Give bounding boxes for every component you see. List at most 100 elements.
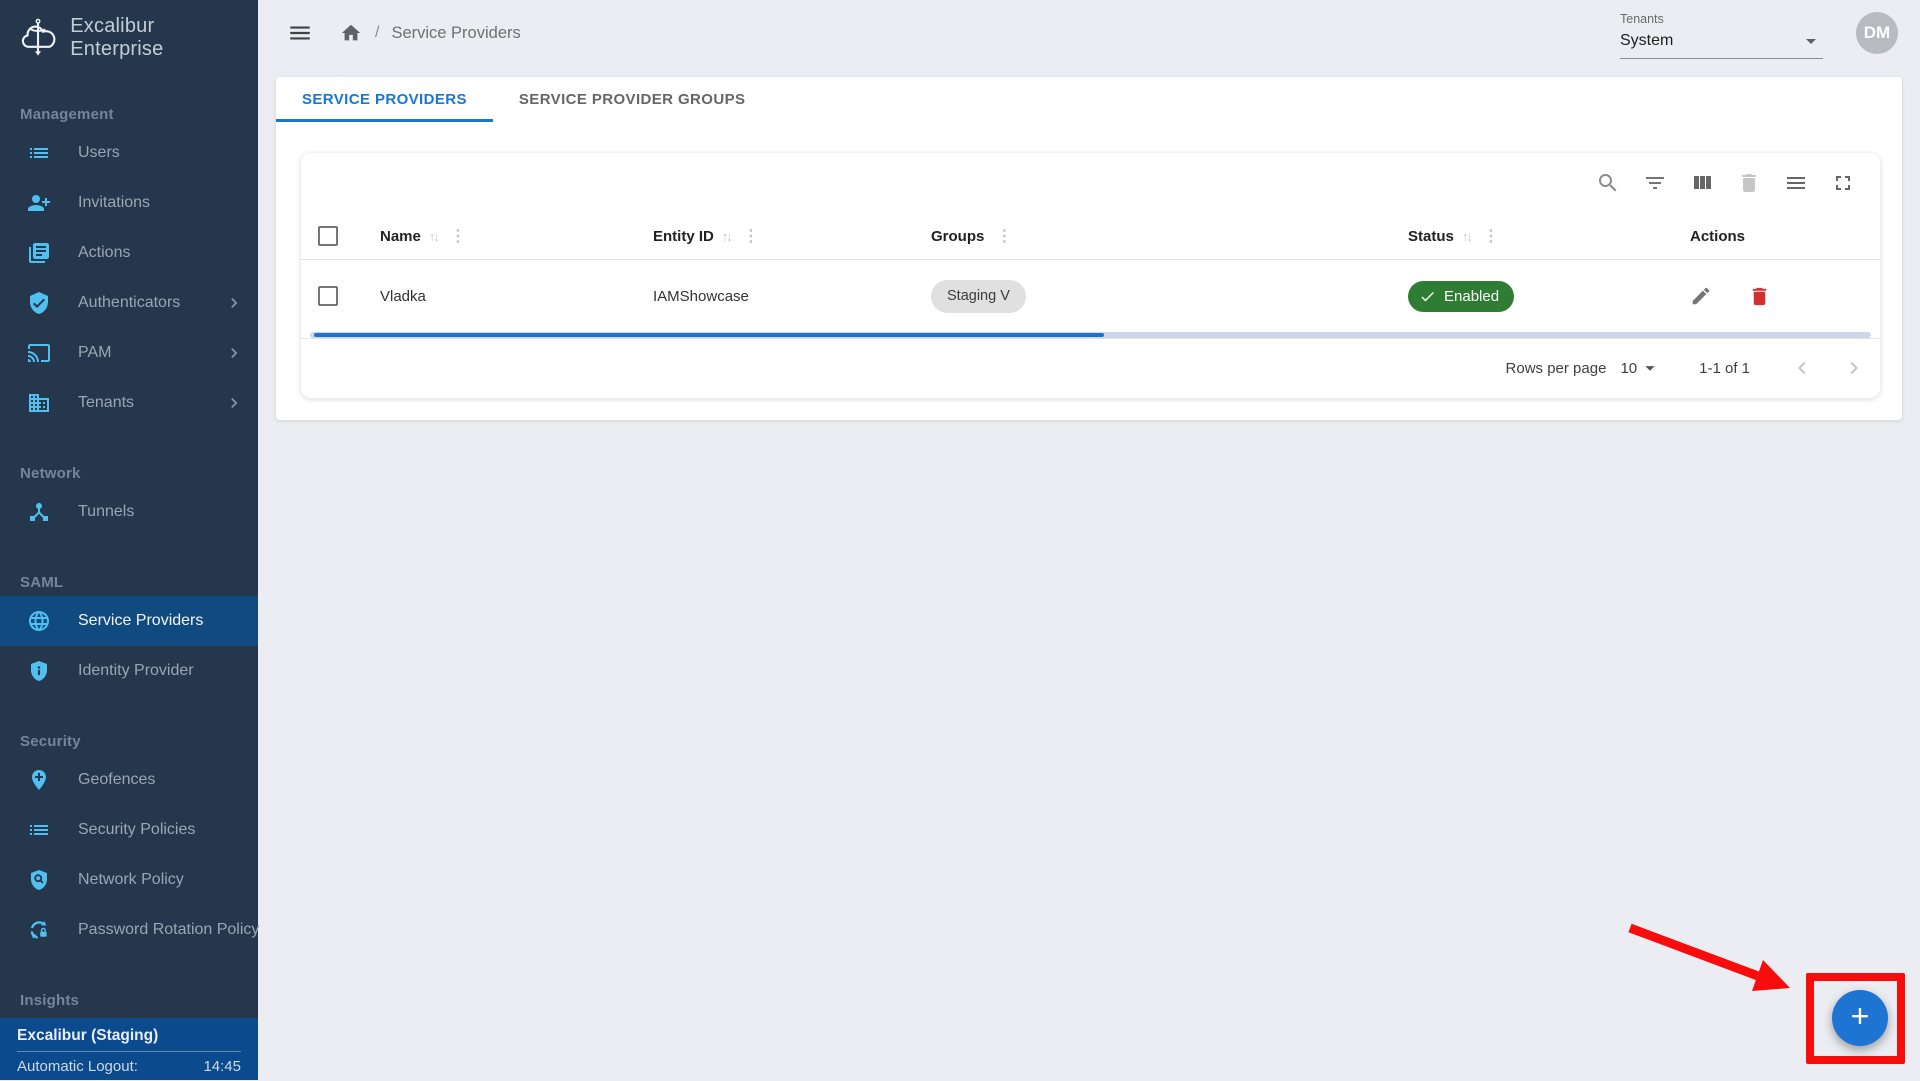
tenant-select[interactable]: Tenants System bbox=[1620, 12, 1823, 59]
horizontal-scrollbar[interactable] bbox=[310, 332, 1871, 338]
hamburger-menu-icon[interactable] bbox=[287, 20, 313, 46]
sidebar-item-tunnels[interactable]: Tunnels bbox=[0, 487, 258, 537]
column-menu-icon[interactable]: ⋮ bbox=[996, 226, 1012, 246]
auto-logout-label: Automatic Logout: bbox=[17, 1058, 138, 1075]
sidebar-item-tenants[interactable]: Tenants bbox=[0, 378, 258, 428]
sidebar-item-label: Network Policy bbox=[78, 871, 184, 889]
columns-icon[interactable] bbox=[1690, 171, 1714, 195]
sort-icon[interactable]: ↑↓ bbox=[722, 229, 731, 244]
sidebar-item-label: Tenants bbox=[78, 394, 134, 412]
sidebar-item-label: Service Providers bbox=[78, 612, 203, 630]
filter-icon[interactable] bbox=[1643, 171, 1667, 195]
scrollbar-thumb[interactable] bbox=[314, 333, 1104, 337]
edit-row-button[interactable] bbox=[1690, 285, 1712, 307]
column-menu-icon[interactable]: ⋮ bbox=[450, 226, 466, 246]
previous-page-button[interactable] bbox=[1790, 356, 1814, 380]
sidebar-item-invitations[interactable]: Invitations bbox=[0, 178, 258, 228]
fullscreen-icon[interactable] bbox=[1831, 171, 1855, 195]
chevron-right-icon bbox=[224, 343, 244, 363]
column-header-name: Name bbox=[380, 228, 421, 245]
list-icon bbox=[27, 818, 51, 842]
chevron-right-icon bbox=[224, 293, 244, 313]
delete-row-button[interactable] bbox=[1748, 285, 1771, 308]
column-menu-icon[interactable]: ⋮ bbox=[1483, 226, 1499, 246]
sidebar-item-label: Geofences bbox=[78, 771, 155, 789]
location-pin-plus-icon bbox=[27, 768, 51, 792]
search-icon[interactable] bbox=[1596, 171, 1620, 195]
table-pagination: Rows per page 10 1-1 of 1 bbox=[301, 338, 1880, 397]
breadcrumb-current: Service Providers bbox=[391, 24, 520, 43]
add-service-provider-fab[interactable]: + bbox=[1832, 990, 1888, 1046]
check-icon bbox=[1419, 288, 1436, 305]
column-menu-icon[interactable]: ⋮ bbox=[743, 226, 759, 246]
next-page-button[interactable] bbox=[1842, 356, 1866, 380]
select-all-checkbox[interactable] bbox=[318, 226, 338, 246]
status-badge: Enabled bbox=[1408, 281, 1514, 312]
caret-down-icon bbox=[1799, 29, 1823, 53]
sidebar-item-geofences[interactable]: Geofences bbox=[0, 755, 258, 805]
sidebar-item-label: Password Rotation Policy bbox=[78, 921, 259, 939]
sidebar-item-identity-provider[interactable]: Identity Provider bbox=[0, 646, 258, 696]
app-title: Excalibur Enterprise bbox=[70, 15, 246, 61]
table-header-row: Name ↑↓ ⋮ Entity ID ↑↓ ⋮ Groups ⋮ Status… bbox=[301, 213, 1880, 260]
rows-per-page-label: Rows per page bbox=[1506, 360, 1607, 377]
pagination-range: 1-1 of 1 bbox=[1699, 360, 1750, 377]
app-logo-row: Excalibur Enterprise bbox=[0, 0, 258, 76]
column-header-entity-id: Entity ID bbox=[653, 228, 714, 245]
sidebar-item-network-policy[interactable]: Network Policy bbox=[0, 855, 258, 905]
column-header-status: Status bbox=[1408, 228, 1454, 245]
sidebar-item-users[interactable]: Users bbox=[0, 128, 258, 178]
delete-icon[interactable] bbox=[1737, 171, 1761, 195]
column-header-actions: Actions bbox=[1690, 228, 1745, 245]
tab-service-provider-groups[interactable]: SERVICE PROVIDER GROUPS bbox=[493, 77, 771, 122]
chevron-right-icon bbox=[224, 393, 244, 413]
grid-toolbar bbox=[301, 153, 1880, 213]
plus-icon: + bbox=[1851, 998, 1870, 1035]
topbar: / Service Providers Tenants System DM bbox=[258, 0, 1920, 66]
sort-icon[interactable]: ↑↓ bbox=[1462, 229, 1471, 244]
column-header-groups: Groups bbox=[931, 228, 984, 245]
sidebar-item-pam[interactable]: PAM bbox=[0, 328, 258, 378]
tab-bar: SERVICE PROVIDERS SERVICE PROVIDER GROUP… bbox=[276, 77, 1902, 122]
group-chip: Staging V bbox=[931, 280, 1026, 313]
sidebar-item-label: PAM bbox=[78, 344, 111, 362]
status-badge-label: Enabled bbox=[1444, 288, 1499, 305]
shield-info-icon bbox=[27, 659, 51, 683]
home-icon[interactable] bbox=[340, 22, 362, 44]
sidebar: Excalibur Enterprise Management Users In… bbox=[0, 0, 258, 1080]
sidebar-item-authenticators[interactable]: Authenticators bbox=[0, 278, 258, 328]
nav-section-management: Management bbox=[0, 102, 258, 128]
sidebar-footer: Excalibur (Staging) Automatic Logout: 14… bbox=[0, 1018, 258, 1080]
tab-service-providers[interactable]: SERVICE PROVIDERS bbox=[276, 77, 493, 122]
screen-cast-icon bbox=[27, 341, 51, 365]
sidebar-item-label: Invitations bbox=[78, 194, 150, 212]
sidebar-item-label: Users bbox=[78, 144, 120, 162]
sidebar-item-label: Authenticators bbox=[78, 294, 180, 312]
caret-down-icon[interactable] bbox=[1639, 357, 1661, 379]
sidebar-item-password-rotation-policy[interactable]: Password Rotation Policy bbox=[0, 905, 258, 955]
sort-icon[interactable]: ↑↓ bbox=[429, 229, 438, 244]
sidebar-item-service-providers[interactable]: Service Providers bbox=[0, 596, 258, 646]
sidebar-item-security-policies[interactable]: Security Policies bbox=[0, 805, 258, 855]
rotate-lock-icon bbox=[27, 918, 51, 942]
cell-name: Vladka bbox=[380, 288, 426, 305]
rows-per-page-value[interactable]: 10 bbox=[1620, 360, 1637, 377]
user-avatar[interactable]: DM bbox=[1856, 12, 1898, 54]
auto-logout-timer: 14:45 bbox=[203, 1058, 241, 1075]
sidebar-item-label: Actions bbox=[78, 244, 130, 262]
list-icon bbox=[27, 141, 51, 165]
article-icon bbox=[27, 241, 51, 265]
table-row: Vladka IAMShowcase Staging V Enabled bbox=[301, 260, 1880, 332]
sidebar-item-actions[interactable]: Actions bbox=[0, 228, 258, 278]
shield-search-icon bbox=[27, 868, 51, 892]
nav-section-insights: Insights bbox=[0, 988, 258, 1014]
nav-section-security: Security bbox=[0, 729, 258, 755]
density-icon[interactable] bbox=[1784, 171, 1808, 195]
main-area: / Service Providers Tenants System DM SE… bbox=[258, 0, 1920, 1080]
nav-section-network: Network bbox=[0, 461, 258, 487]
data-grid: Name ↑↓ ⋮ Entity ID ↑↓ ⋮ Groups ⋮ Status… bbox=[301, 153, 1880, 398]
tenant-select-value: System bbox=[1620, 32, 1673, 50]
content-card: SERVICE PROVIDERS SERVICE PROVIDER GROUP… bbox=[276, 77, 1902, 420]
environment-label: Excalibur (Staging) bbox=[0, 1018, 258, 1051]
row-checkbox[interactable] bbox=[318, 286, 338, 306]
